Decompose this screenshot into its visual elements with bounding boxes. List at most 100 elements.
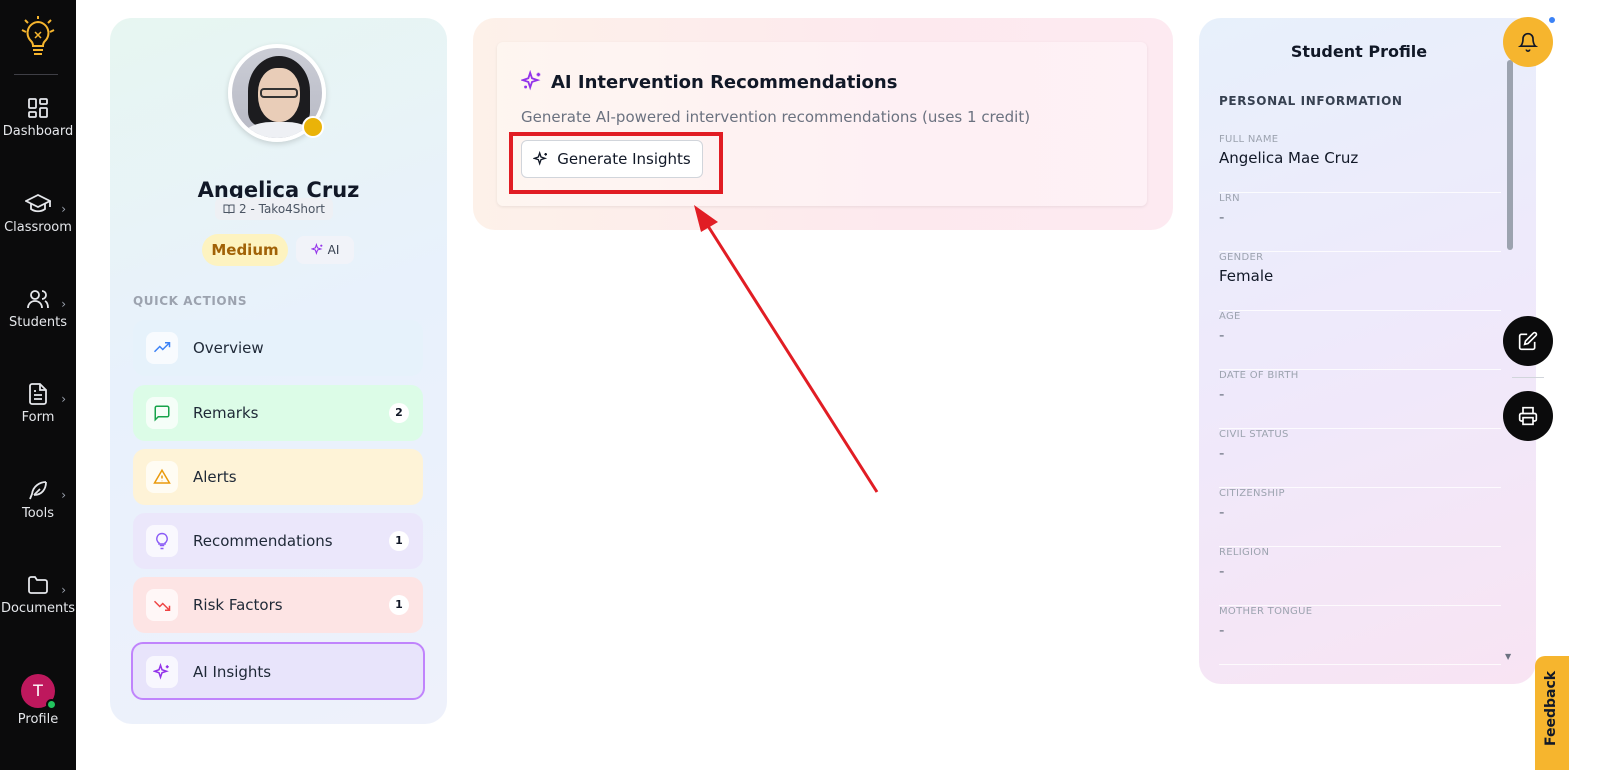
file-text-icon xyxy=(29,383,47,405)
quick-action-label: Alerts xyxy=(193,468,237,486)
sparkles-icon xyxy=(153,663,169,680)
nav-label: Tools xyxy=(21,506,55,521)
scrollbar-thumb[interactable] xyxy=(1507,60,1513,250)
alert-triangle-icon xyxy=(153,468,171,484)
field-value: Female xyxy=(1219,267,1274,285)
field-value: Angelica Mae Cruz xyxy=(1219,149,1359,167)
profile-panel-title: Student Profile xyxy=(1290,42,1428,61)
ai-intervention-card: AI Intervention Recommendations Generate… xyxy=(473,18,1173,230)
section-title: PERSONAL INFORMATION xyxy=(1219,94,1403,108)
field-age: AGE - xyxy=(1219,311,1501,370)
online-status-dot xyxy=(46,699,57,710)
nav-item-students[interactable]: › Students xyxy=(0,287,76,330)
field-value: - xyxy=(1219,326,1225,344)
sparkles-icon xyxy=(519,69,541,91)
trending-down-icon xyxy=(153,600,171,611)
bell-icon xyxy=(1518,32,1538,52)
fab-divider xyxy=(1512,377,1544,378)
highlight-box xyxy=(509,132,723,194)
app-logo-icon[interactable] xyxy=(18,16,58,60)
feedback-tab[interactable]: Feedback xyxy=(1535,656,1569,770)
nav-item-documents[interactable]: › Documents xyxy=(0,573,76,616)
nav-rail: Dashboard › Classroom › Students › Form … xyxy=(0,0,76,770)
field-value: - xyxy=(1219,208,1225,226)
folder-icon xyxy=(28,576,48,594)
ai-panel-title: AI Intervention Recommendations xyxy=(519,69,898,93)
nav-label: Students xyxy=(9,315,67,330)
field-label: AGE xyxy=(1219,311,1241,322)
count-badge: 1 xyxy=(389,595,409,615)
class-label: 2 - Tako4Short xyxy=(239,202,325,216)
notification-dot xyxy=(1547,15,1557,25)
nav-label: Profile xyxy=(17,712,59,727)
users-icon xyxy=(27,290,49,309)
field-label: CITIZENSHIP xyxy=(1219,488,1285,499)
field-value: - xyxy=(1219,385,1225,403)
field-label: DATE OF BIRTH xyxy=(1219,370,1299,381)
field-citizenship: CITIZENSHIP - xyxy=(1219,488,1501,547)
field-label: MOTHER TONGUE xyxy=(1219,606,1313,617)
nav-divider xyxy=(14,74,58,75)
field-label: RELIGION xyxy=(1219,547,1270,558)
status-dot-icon xyxy=(302,116,324,138)
print-button[interactable] xyxy=(1503,391,1553,441)
quick-action-label: Overview xyxy=(193,339,264,357)
chevron-right-icon: › xyxy=(61,202,66,216)
sparkles-icon xyxy=(309,242,323,256)
field-label: FULL NAME xyxy=(1219,134,1279,145)
nav-item-classroom[interactable]: › Classroom xyxy=(0,192,76,235)
field-label: LRN xyxy=(1219,193,1240,204)
field-value: - xyxy=(1219,621,1225,639)
count-badge: 2 xyxy=(389,403,409,423)
quick-action-recommendations[interactable]: Recommendations 1 xyxy=(133,513,423,569)
field-label: CIVIL STATUS xyxy=(1219,429,1289,440)
field-date-of-birth: DATE OF BIRTH - xyxy=(1219,370,1501,429)
ai-badge: AI xyxy=(296,236,354,264)
field-gender: GENDER Female xyxy=(1219,252,1501,311)
chevron-right-icon: › xyxy=(61,297,66,311)
book-icon xyxy=(223,204,235,214)
nav-label: Form xyxy=(21,410,55,425)
risk-level-badge: Medium xyxy=(202,234,288,266)
edit-button[interactable] xyxy=(1503,316,1553,366)
printer-icon xyxy=(1518,406,1538,426)
field-civil-status: CIVIL STATUS - xyxy=(1219,429,1501,488)
nav-label: Documents xyxy=(0,601,76,616)
field-value: - xyxy=(1219,444,1225,462)
lightbulb-icon xyxy=(156,532,168,550)
scroll-down-arrow-icon[interactable]: ▼ xyxy=(1505,652,1511,661)
count-badge: 1 xyxy=(389,531,409,551)
quick-action-overview[interactable]: Overview xyxy=(133,320,423,376)
student-summary-card: Angelica Cruz 2 - Tako4Short Medium AI Q… xyxy=(110,18,447,724)
nav-label: Classroom xyxy=(4,220,72,235)
quick-action-alerts[interactable]: Alerts xyxy=(133,449,423,505)
edit-icon xyxy=(1518,331,1538,351)
ai-panel-title-text: AI Intervention Recommendations xyxy=(551,72,898,93)
chevron-right-icon: › xyxy=(61,392,66,406)
field-value: - xyxy=(1219,562,1225,580)
quick-action-risk-factors[interactable]: Risk Factors 1 xyxy=(133,577,423,633)
ai-panel-description: Generate AI-powered intervention recomme… xyxy=(521,108,1031,126)
nav-item-dashboard[interactable]: Dashboard xyxy=(0,96,76,139)
message-square-icon xyxy=(154,405,170,422)
field-full-name: FULL NAME Angelica Mae Cruz xyxy=(1219,134,1501,193)
chevron-right-icon: › xyxy=(61,583,66,597)
quick-action-label: AI Insights xyxy=(193,663,272,681)
nav-item-tools[interactable]: › Tools xyxy=(0,478,76,521)
student-profile-panel: Student Profile PERSONAL INFORMATION FUL… xyxy=(1199,18,1536,684)
avatar-initial: T xyxy=(33,681,43,700)
quick-actions-title: QUICK ACTIONS xyxy=(133,294,248,308)
feather-icon xyxy=(29,481,47,500)
nav-item-profile[interactable]: T Profile xyxy=(0,674,76,727)
quick-action-label: Risk Factors xyxy=(193,596,283,614)
notifications-button[interactable] xyxy=(1503,15,1557,67)
quick-action-ai-insights[interactable]: AI Insights xyxy=(131,642,425,700)
graduation-cap-icon xyxy=(25,193,51,213)
nav-item-form[interactable]: › Form xyxy=(0,382,76,425)
nav-label: Dashboard xyxy=(2,124,74,139)
quick-action-label: Remarks xyxy=(193,404,259,422)
ai-badge-label: AI xyxy=(327,243,340,257)
quick-action-remarks[interactable]: Remarks 2 xyxy=(133,385,423,441)
field-value: - xyxy=(1219,503,1225,521)
quick-action-label: Recommendations xyxy=(193,532,333,550)
